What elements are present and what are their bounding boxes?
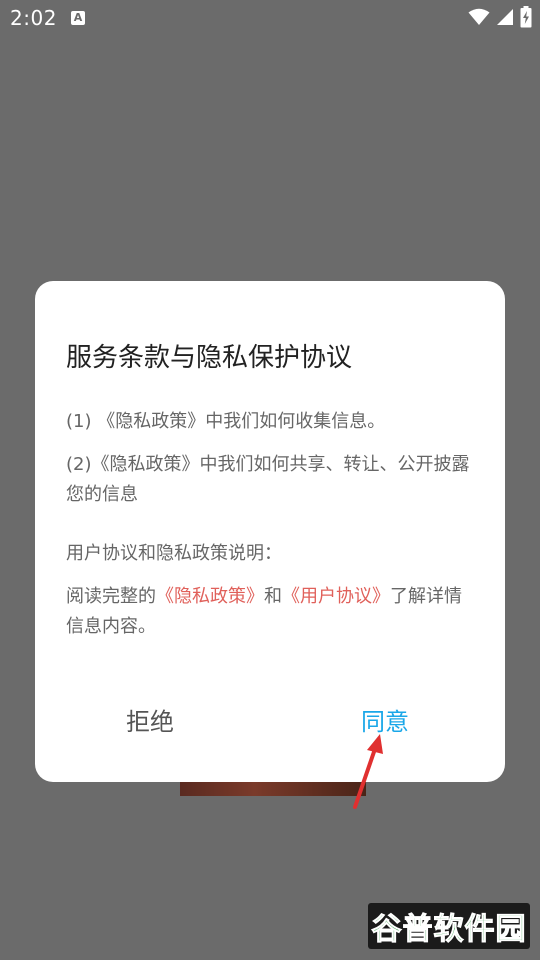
notification-icon: A xyxy=(71,11,85,25)
reject-button[interactable]: 拒绝 xyxy=(126,705,174,739)
privacy-share-text: (2)《隐私政策》中我们如何共享、转让、公开披露您的信息 xyxy=(66,454,470,505)
battery-charging-icon xyxy=(520,6,532,28)
status-icons xyxy=(468,6,532,28)
agreement-heading-text: 用户协议和隐私政策说明： xyxy=(66,543,282,564)
watermark-text: 谷普软件园 xyxy=(371,912,527,948)
agreement-detail-text: 阅读完整的《隐私政策》和《用户协议》了解详情信息内容。 xyxy=(66,582,478,642)
watermark-logo: 谷普软件园 xyxy=(368,903,530,949)
privacy-dialog: 服务条款与隐私保护协议 (1) 《隐私政策》中我们如何收集信息。 (2)《隐私政… xyxy=(35,281,505,782)
signal-icon xyxy=(497,9,513,25)
detail-prefix: 阅读完整的 xyxy=(66,586,156,607)
status-time: 2:02 xyxy=(10,6,57,30)
user-agreement-link[interactable]: 《用户协议》 xyxy=(282,586,390,607)
privacy-policy-link[interactable]: 《隐私政策》 xyxy=(156,586,264,607)
dialog-title: 服务条款与隐私保护协议 xyxy=(66,343,353,373)
annotation-arrow-icon xyxy=(353,734,383,809)
detail-middle: 和 xyxy=(264,586,282,607)
status-bar: 2:02 A xyxy=(0,0,540,36)
privacy-collect-text: (1) 《隐私政策》中我们如何收集信息。 xyxy=(66,411,386,432)
wifi-icon xyxy=(468,8,490,25)
